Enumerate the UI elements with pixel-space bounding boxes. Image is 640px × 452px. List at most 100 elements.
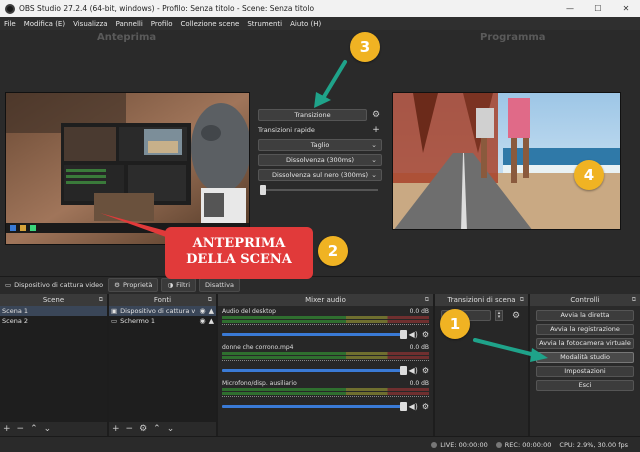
undock-icon[interactable]: ⧉ [99, 294, 103, 306]
speaker-icon[interactable]: ◀) [409, 402, 418, 411]
eye-icon[interactable]: ◉ [200, 307, 206, 315]
studio-mode-button[interactable]: Modalità studio [536, 352, 634, 363]
menu-profile[interactable]: Profilo [151, 20, 173, 28]
start-streaming-button[interactable]: Avvia la diretta [536, 310, 634, 321]
preview-callout: ANTEPRIMA DELLA SCENA [165, 227, 313, 279]
sources-header: Fonti ⧉ [109, 294, 216, 306]
t-bar-slider[interactable] [258, 185, 382, 195]
controls-header: Controlli ⧉ [530, 294, 640, 306]
sources-list: ▣ Dispositivo di cattura v ◉ ▲ ▭ Schermo… [109, 306, 216, 422]
maximize-button[interactable]: ☐ [584, 0, 612, 17]
level-meter [222, 316, 429, 319]
menu-bar: File Modifica (E) Visualizza Pannelli Pr… [0, 17, 640, 30]
mixer-header: Mixer audio ⧉ [218, 294, 433, 306]
preview-screen-capture-image [6, 93, 249, 244]
plus-icon[interactable]: + [370, 125, 382, 135]
undock-icon[interactable]: ⧉ [208, 294, 212, 306]
source-item[interactable]: ▣ Dispositivo di cattura v ◉ ▲ [109, 306, 216, 316]
gear-icon[interactable]: ⚙ [510, 311, 522, 321]
menu-file[interactable]: File [4, 20, 16, 28]
move-up-icon[interactable]: ⌃ [153, 424, 161, 434]
menu-docks[interactable]: Pannelli [116, 20, 143, 28]
start-virtual-camera-button[interactable]: Avvia la fotocamera virtuale [536, 338, 634, 349]
gear-icon[interactable]: ⚙ [422, 330, 429, 339]
step-badge-4: 4 [574, 160, 604, 190]
menu-view[interactable]: Visualizza [73, 20, 107, 28]
window-title: OBS Studio 27.2.4 (64-bit, windows) - Pr… [19, 4, 315, 13]
quick-transition-fade[interactable]: Dissolvenza (300ms) ⌄ [258, 153, 382, 166]
move-down-icon[interactable]: ⌄ [44, 424, 52, 434]
status-bar: LIVE: 00:00:00 REC: 00:00:00 CPU: 2.9%, … [0, 436, 640, 452]
add-icon[interactable]: + [3, 424, 11, 434]
source-item[interactable]: ▭ Schermo 1 ◉ ▲ [109, 316, 216, 326]
level-meter [222, 356, 429, 359]
volume-slider[interactable] [222, 365, 407, 375]
live-status: LIVE: 00:00:00 [431, 441, 488, 449]
level-meter [222, 392, 429, 395]
move-down-icon[interactable]: ⌄ [167, 424, 175, 434]
camera-icon: ▣ [111, 307, 118, 315]
minimize-button[interactable]: — [556, 0, 584, 17]
gear-icon[interactable]: ⚙ [422, 366, 429, 375]
transitions-header: Transizioni di scena ⧉ [435, 294, 528, 306]
title-bar: OBS Studio 27.2.4 (64-bit, windows) - Pr… [0, 0, 640, 17]
rec-status: REC: 00:00:00 [495, 441, 551, 449]
transition-controls: Transizione ⚙ Transizioni rapide + Tagli… [258, 108, 382, 195]
monitor-icon: ▭ [111, 317, 118, 325]
menu-scene-collection[interactable]: Collezione scene [181, 20, 240, 28]
scenes-dock: Scene ⧉ Scena 1 Scena 2 + − ⌃ ⌄ [0, 294, 109, 436]
undock-icon[interactable]: ⧉ [425, 294, 429, 306]
exit-button[interactable]: Esci [536, 380, 634, 391]
start-recording-button[interactable]: Avvia la registrazione [536, 324, 634, 335]
speaker-icon[interactable]: ◀) [409, 330, 418, 339]
scene-item[interactable]: Scena 1 [0, 306, 107, 316]
add-icon[interactable]: + [112, 424, 120, 434]
speaker-icon[interactable]: ◀) [409, 366, 418, 375]
volume-slider[interactable] [222, 401, 407, 411]
studio-stage: Anteprima Programma Transizione ⚙ Transi… [0, 30, 640, 275]
live-indicator-icon [431, 441, 438, 448]
scenes-list: Scena 1 Scena 2 [0, 306, 107, 422]
lock-icon[interactable]: ▲ [209, 307, 214, 315]
step-badge-2: 2 [318, 236, 348, 266]
remove-icon[interactable]: − [126, 424, 134, 434]
obs-logo-icon [5, 3, 15, 14]
properties-button[interactable]: ⚙ Proprietà [108, 277, 159, 292]
sources-toolbar: + − ⚙ ⌃ ⌄ [109, 422, 216, 436]
quick-transition-cut[interactable]: Taglio ⌄ [258, 138, 382, 151]
preview-canvas[interactable] [5, 92, 250, 245]
audio-mixer-dock: Mixer audio ⧉ Audio del desktop 0.0 dB ◀… [218, 294, 435, 436]
level-meter [222, 320, 429, 323]
settings-button[interactable]: Impostazioni [536, 366, 634, 377]
dock-area: Scene ⧉ Scena 1 Scena 2 + − ⌃ ⌄ Fonti ⧉ … [0, 294, 640, 436]
volume-slider[interactable] [222, 329, 407, 339]
controls-dock: Controlli ⧉ Avvia la diretta Avvia la re… [530, 294, 640, 436]
undock-icon[interactable]: ⧉ [520, 294, 524, 306]
menu-help[interactable]: Aiuto (H) [290, 20, 321, 28]
remove-icon[interactable]: − [17, 424, 25, 434]
step-badge-1: 1 [440, 309, 470, 339]
menu-tools[interactable]: Strumenti [247, 20, 282, 28]
monitor-icon: ▭ [5, 280, 12, 289]
gear-icon[interactable]: ⚙ [422, 402, 429, 411]
eye-icon[interactable]: ◉ [200, 317, 206, 325]
mixer-channel: donne che corrono.mp4 0.0 dB ◀) ⚙ [222, 344, 429, 375]
undock-icon[interactable]: ⧉ [632, 294, 636, 306]
scene-item[interactable]: Scena 2 [0, 316, 107, 326]
gear-icon[interactable]: ⚙ [370, 110, 382, 120]
duration-spinner[interactable]: ▴ ▾ [495, 310, 503, 321]
transition-button[interactable]: Transizione [258, 108, 367, 121]
quick-transition-fade-to-black[interactable]: Dissolvenza sul nero (300ms) ⌄ [258, 168, 382, 181]
cpu-status: CPU: 2.9%, 30.00 fps [559, 440, 628, 449]
rec-indicator-icon [495, 441, 502, 448]
menu-edit[interactable]: Modifica (E) [24, 20, 65, 28]
lock-icon[interactable]: ▲ [209, 317, 214, 325]
move-up-icon[interactable]: ⌃ [30, 424, 38, 434]
t-bar-handle[interactable] [260, 185, 266, 195]
mixer-channels: Audio del desktop 0.0 dB ◀) ⚙ donne che … [218, 306, 433, 436]
sources-dock: Fonti ⧉ ▣ Dispositivo di cattura v ◉ ▲ ▭… [109, 294, 218, 436]
deactivate-button[interactable]: Disattiva [199, 277, 240, 292]
filters-button[interactable]: ◑ Filtri [161, 277, 197, 292]
gear-icon[interactable]: ⚙ [139, 424, 147, 434]
close-button[interactable]: ✕ [612, 0, 640, 17]
